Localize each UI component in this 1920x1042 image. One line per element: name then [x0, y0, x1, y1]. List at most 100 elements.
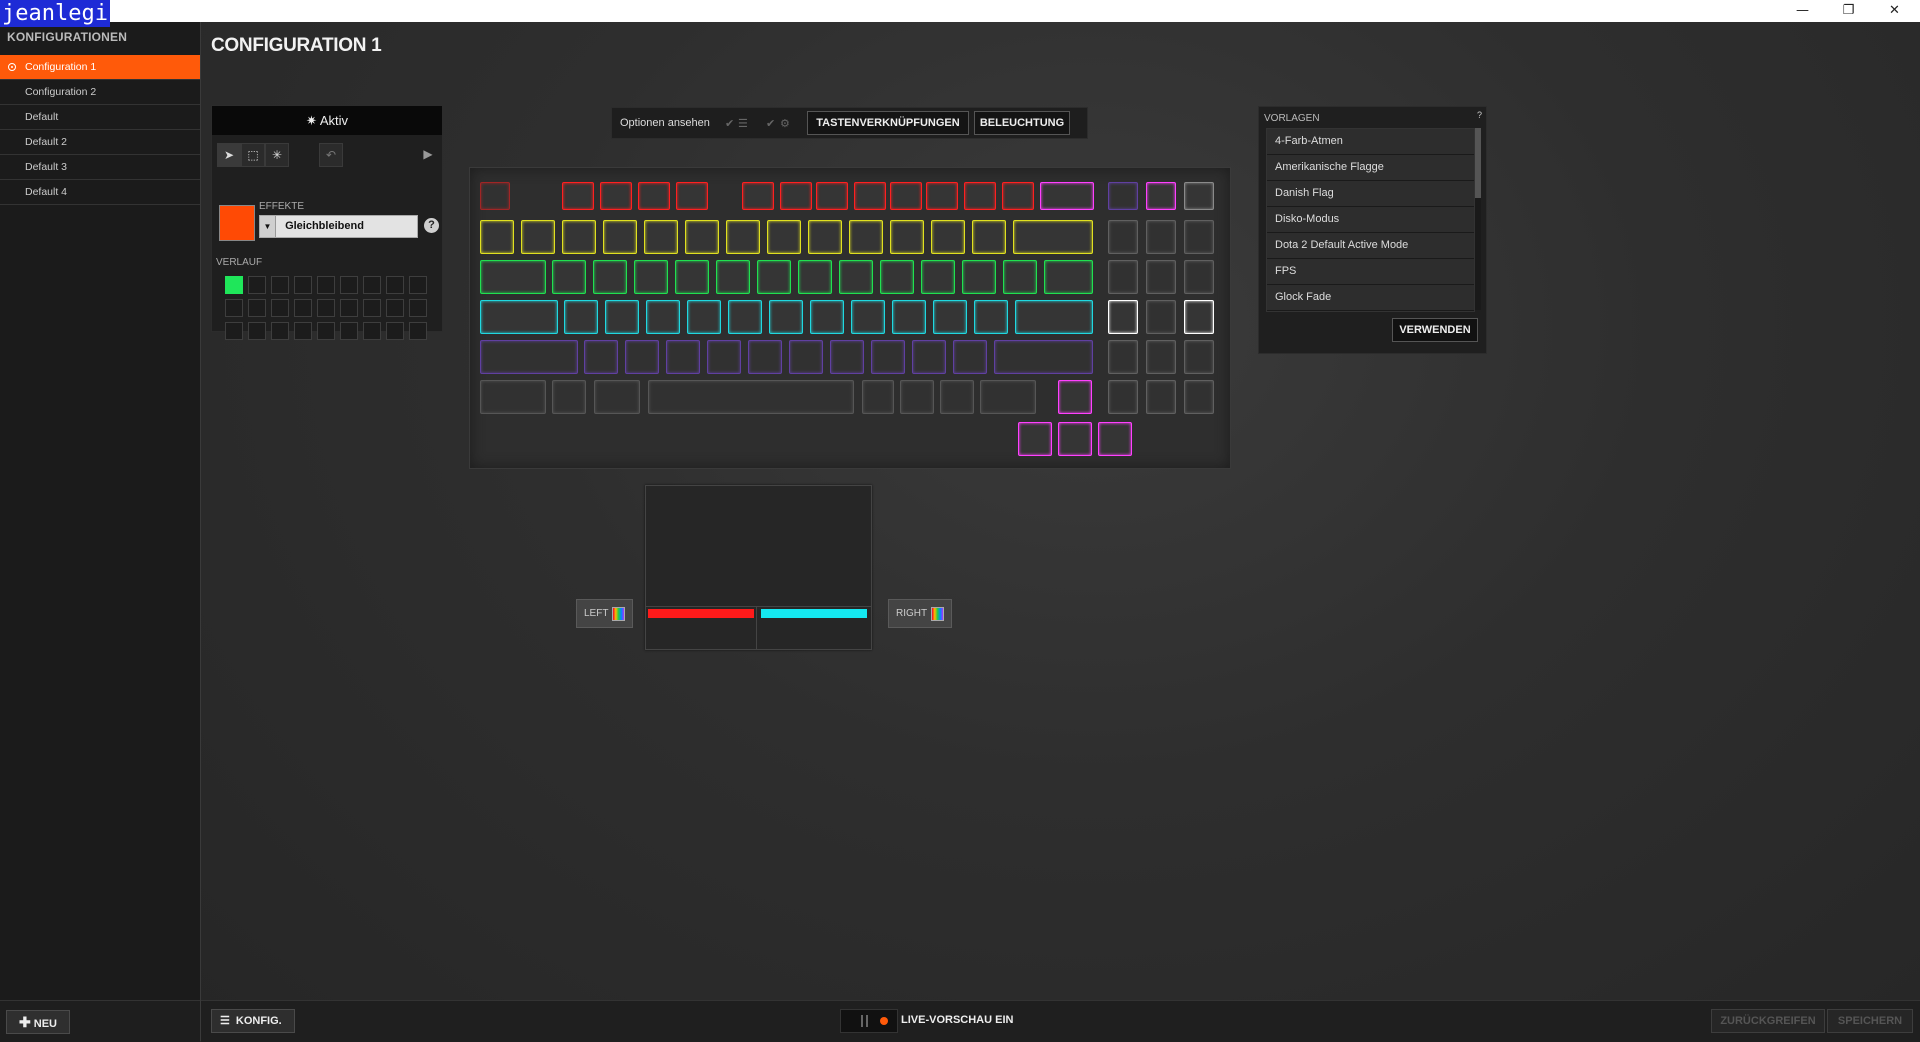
play-button[interactable]: ▶ — [417, 143, 439, 165]
scrollbar-thumb[interactable] — [1475, 128, 1481, 198]
current-color-swatch[interactable] — [219, 205, 255, 241]
apply-button[interactable]: VERWENDEN — [1392, 318, 1478, 342]
keyboard-key[interactable] — [1002, 182, 1034, 210]
right-label[interactable]: RIGHT — [888, 599, 952, 628]
history-swatch[interactable] — [271, 299, 289, 317]
keyboard-key[interactable] — [953, 340, 987, 374]
history-swatch[interactable] — [294, 299, 312, 317]
keyboard-key[interactable] — [1108, 182, 1138, 210]
keyboard-key[interactable] — [1040, 182, 1094, 210]
keyboard-key[interactable] — [1015, 300, 1093, 334]
effect-dropdown[interactable]: ▼ Gleichbleibend — [259, 215, 418, 238]
keyboard-key[interactable] — [798, 260, 832, 294]
keyboard-key[interactable] — [552, 260, 586, 294]
keyboard-key[interactable] — [594, 380, 640, 414]
keyboard-key[interactable] — [564, 300, 598, 334]
history-swatch[interactable] — [248, 276, 266, 294]
keyboard-key[interactable] — [933, 300, 967, 334]
save-button[interactable]: SPEICHERN — [1827, 1009, 1913, 1033]
touchpad[interactable] — [645, 485, 872, 650]
keyboard-key[interactable] — [980, 380, 1036, 414]
config-item[interactable]: Default 4 — [0, 180, 200, 205]
keyboard-key[interactable] — [625, 340, 659, 374]
marquee-tool[interactable]: ⬚ — [241, 143, 265, 167]
preset-item[interactable]: Disko-Modus — [1267, 207, 1474, 233]
history-swatch[interactable] — [248, 299, 266, 317]
keyboard-key[interactable] — [1003, 260, 1037, 294]
keyboard-key[interactable] — [862, 380, 894, 414]
history-swatch[interactable] — [409, 276, 427, 294]
keyboard-key[interactable] — [1108, 220, 1138, 254]
keyboard-key[interactable] — [1184, 340, 1214, 374]
preset-item[interactable]: Dota 2 Default Active Mode — [1267, 233, 1474, 259]
keyboard-key[interactable] — [1184, 300, 1214, 334]
keyboard-key[interactable] — [851, 300, 885, 334]
keyboard-key[interactable] — [769, 300, 803, 334]
keyboard-key[interactable] — [1146, 380, 1176, 414]
keyboard-key[interactable] — [521, 220, 555, 254]
config-item[interactable]: Configuration 1 — [0, 55, 200, 80]
history-swatch[interactable] — [340, 276, 358, 294]
keyboard-key[interactable] — [685, 220, 719, 254]
keyboard-key[interactable] — [854, 182, 886, 210]
pointer-tool[interactable]: ➤ — [217, 143, 241, 167]
live-preview-toggle[interactable] — [840, 1009, 898, 1033]
keyboard-key[interactable] — [687, 300, 721, 334]
keyboard-key[interactable] — [480, 260, 546, 294]
history-swatch[interactable] — [386, 299, 404, 317]
history-swatch[interactable] — [271, 322, 289, 340]
history-swatch[interactable] — [386, 322, 404, 340]
keyboard-key[interactable] — [900, 380, 934, 414]
history-swatch[interactable] — [363, 276, 381, 294]
keyboard-key[interactable] — [767, 220, 801, 254]
close-button[interactable]: ✕ — [1872, 0, 1917, 22]
keyboard-key[interactable] — [940, 380, 974, 414]
keyboard-key[interactable] — [716, 260, 750, 294]
keyboard-key[interactable] — [562, 182, 594, 210]
history-swatch[interactable] — [248, 322, 266, 340]
keyboard-key[interactable] — [892, 300, 926, 334]
help-icon[interactable]: ? — [1477, 110, 1482, 120]
keyboard-key[interactable] — [849, 220, 883, 254]
lighting-button[interactable]: BELEUCHTUNG — [974, 111, 1070, 135]
keyboard-key[interactable] — [742, 182, 774, 210]
keyboard-key[interactable] — [1146, 220, 1176, 254]
keyboard-key[interactable] — [931, 220, 965, 254]
keyboard-key[interactable] — [646, 300, 680, 334]
config-item[interactable]: Default 3 — [0, 155, 200, 180]
keyboard-key[interactable] — [1146, 182, 1176, 210]
keyboard-key[interactable] — [890, 182, 922, 210]
keyboard-key[interactable] — [1146, 260, 1176, 294]
keyboard-key[interactable] — [964, 182, 996, 210]
keyboard-key[interactable] — [1058, 380, 1092, 414]
keyboard-key[interactable] — [480, 220, 514, 254]
check-icon[interactable]: ✔ — [725, 117, 734, 130]
keyboard-key[interactable] — [675, 260, 709, 294]
help-icon[interactable]: ? — [424, 218, 439, 233]
keyboard-key[interactable] — [1108, 380, 1138, 414]
keyboard-key[interactable] — [962, 260, 996, 294]
config-item[interactable]: Default 2 — [0, 130, 200, 155]
keyboard-key[interactable] — [757, 260, 791, 294]
keyboard-key[interactable] — [912, 340, 946, 374]
keyboard-key[interactable] — [1018, 422, 1052, 456]
keyboard-key[interactable] — [1146, 340, 1176, 374]
keyboard-key[interactable] — [780, 182, 812, 210]
keyboard-key[interactable] — [707, 340, 741, 374]
keyboard-key[interactable] — [974, 300, 1008, 334]
history-swatch[interactable] — [386, 276, 404, 294]
keyboard-key[interactable] — [994, 340, 1093, 374]
left-label[interactable]: LEFT — [576, 599, 633, 628]
keyboard-key[interactable] — [972, 220, 1006, 254]
history-swatch[interactable] — [340, 299, 358, 317]
keyboard-key[interactable] — [644, 220, 678, 254]
right-button-light[interactable] — [761, 609, 867, 618]
keyboard-key[interactable] — [1058, 422, 1092, 456]
keyboard-key[interactable] — [480, 300, 558, 334]
keyboard-key[interactable] — [1146, 300, 1176, 334]
history-swatch[interactable] — [363, 299, 381, 317]
history-swatch[interactable] — [225, 276, 243, 294]
keyboard-key[interactable] — [789, 340, 823, 374]
history-swatch[interactable] — [225, 299, 243, 317]
keyboard-key[interactable] — [552, 380, 586, 414]
